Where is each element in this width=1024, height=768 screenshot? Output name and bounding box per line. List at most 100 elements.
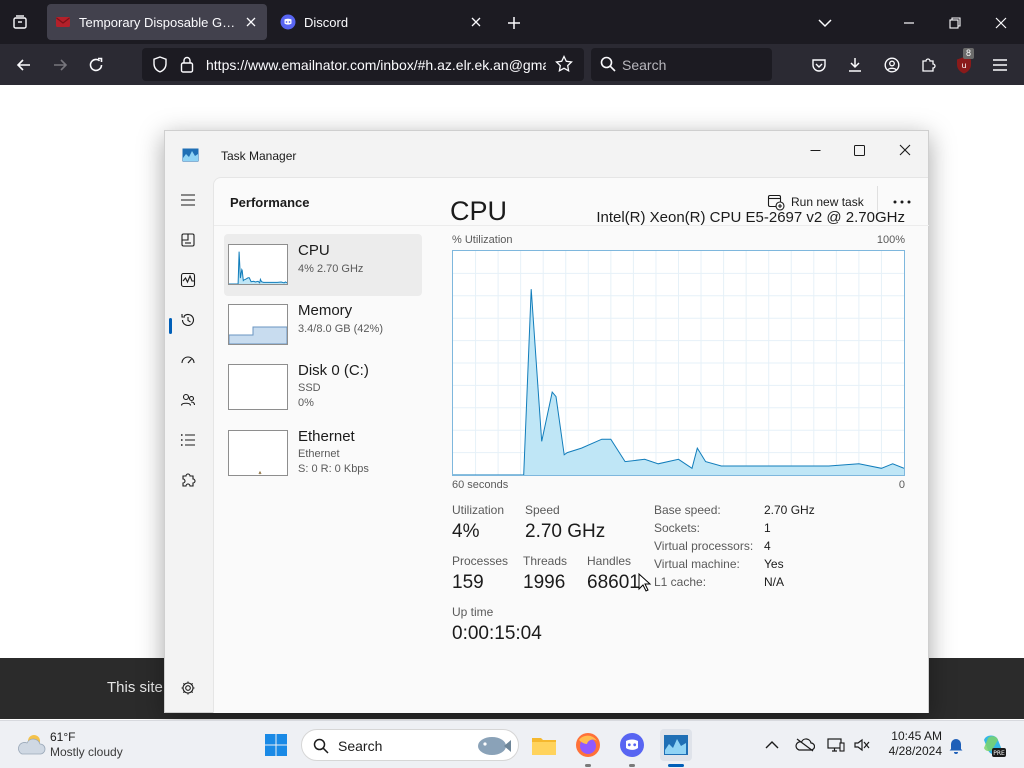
processes-icon[interactable] [175, 227, 201, 253]
resource-detail: 4% 2.70 GHz [298, 263, 364, 275]
minimize-icon[interactable] [800, 137, 830, 163]
task-manager-titlebar[interactable]: Task Manager [165, 131, 928, 177]
page-title: Performance [230, 195, 310, 210]
url-text[interactable]: https://www.emailnator.com/inbox/#h.az.e… [206, 57, 546, 73]
footer-text: This site [107, 679, 163, 696]
resource-name: Disk 0 (C:) [298, 362, 369, 379]
resource-detail: 3.4/8.0 GB (42%) [298, 323, 383, 335]
browser-nav-bar: https://www.emailnator.com/inbox/#h.az.e… [0, 44, 1024, 85]
spec-value: 4 [764, 539, 771, 553]
window-minimize-icon[interactable] [898, 12, 920, 34]
account-icon[interactable] [879, 52, 905, 78]
weather-description: Mostly cloudy [50, 745, 123, 759]
window-restore-icon[interactable] [944, 12, 966, 34]
task-manager-app-icon [182, 148, 199, 162]
close-tab-icon[interactable] [468, 14, 484, 30]
cpu-utilization-graph [452, 250, 905, 476]
web-search-box[interactable]: Search [591, 48, 772, 81]
hamburger-menu-icon[interactable] [175, 187, 201, 213]
tracking-protection-shield-icon[interactable] [152, 56, 168, 78]
stat-label: Up time [452, 605, 494, 619]
stat-value: 68601 [587, 572, 640, 593]
clock-time: 10:45 AM [891, 729, 942, 743]
reload-icon[interactable] [83, 52, 109, 78]
gmail-favicon-icon [55, 14, 71, 30]
resource-item-disk[interactable]: Disk 0 (C:) SSD 0% [224, 354, 422, 416]
memory-thumbnail-graph [228, 304, 288, 345]
close-icon[interactable] [890, 137, 920, 163]
stat-label: Processes [452, 554, 509, 568]
extensions-puzzle-icon[interactable] [915, 52, 941, 78]
tab-overflow-chevron-down-icon[interactable] [814, 12, 836, 34]
ublock-origin-icon[interactable]: u 8 [951, 48, 977, 78]
back-arrow-icon[interactable] [11, 52, 37, 78]
downloads-icon[interactable] [842, 52, 868, 78]
cpu-model-name: Intel(R) Xeon(R) CPU E5-2697 v2 @ 2.70GH… [596, 209, 905, 226]
spec-row: Sockets: 1 [654, 521, 894, 539]
volume-muted-icon[interactable] [852, 735, 872, 755]
running-indicator [629, 764, 635, 767]
spec-row: L1 cache: N/A [654, 575, 894, 593]
task-manager-icon[interactable] [660, 729, 692, 761]
stat-value: 0:00:15:04 [452, 623, 542, 644]
stat-handles: Handles 68601 [587, 554, 640, 594]
resource-detail: SSD [298, 382, 321, 394]
performance-icon[interactable] [175, 267, 201, 293]
spec-key: Base speed: [654, 503, 721, 517]
maximize-icon[interactable] [844, 137, 874, 163]
show-hidden-icons-chevron-up-icon[interactable] [762, 735, 782, 755]
resource-item-memory[interactable]: Memory 3.4/8.0 GB (42%) [224, 294, 422, 356]
task-manager-window: Task Manager Performance Run new task CP… [164, 130, 929, 713]
browser-tab-emailnator[interactable]: Temporary Disposable Gmail | T [47, 4, 267, 40]
svg-text:u: u [961, 61, 966, 70]
browser-tab-discord[interactable]: Discord [272, 4, 492, 40]
firefox-icon[interactable] [572, 729, 604, 761]
hamburger-menu-icon[interactable] [987, 52, 1013, 78]
resource-detail: Ethernet [298, 448, 340, 460]
taskbar-clock[interactable]: 10:45 AM 4/28/2024 [880, 729, 942, 759]
cpu-usage-line [229, 251, 287, 284]
search-icon [600, 56, 616, 77]
selected-nav-indicator [169, 318, 172, 334]
forward-arrow-icon[interactable] [47, 52, 73, 78]
onedrive-offline-icon[interactable] [795, 735, 815, 755]
discord-icon[interactable] [616, 729, 648, 761]
pocket-icon[interactable] [806, 52, 832, 78]
resource-item-cpu[interactable]: CPU 4% 2.70 GHz [224, 234, 422, 296]
network-display-icon[interactable] [826, 735, 846, 755]
settings-gear-icon[interactable] [175, 675, 201, 701]
weather-widget[interactable]: 61°F Mostly cloudy [14, 728, 144, 762]
services-puzzle-icon[interactable] [175, 467, 201, 493]
file-explorer-icon[interactable] [528, 729, 560, 761]
list-all-tabs-icon[interactable] [0, 0, 40, 44]
copilot-pre-icon[interactable]: PRE [980, 732, 1006, 758]
stat-label: Speed [525, 503, 560, 517]
taskbar-search-box[interactable]: Search [301, 729, 519, 761]
spec-value: N/A [764, 575, 785, 589]
cpu-usage-area [229, 251, 287, 284]
clock-date: 4/28/2024 [888, 744, 942, 758]
details-list-icon[interactable] [175, 427, 201, 453]
resource-name: CPU [298, 242, 330, 259]
stat-label: Handles [587, 554, 632, 568]
new-tab-plus-icon[interactable] [503, 12, 525, 34]
bookmark-star-icon[interactable] [555, 54, 573, 78]
users-icon[interactable] [175, 387, 201, 413]
active-app-indicator [668, 764, 684, 767]
run-new-task-label: Run new task [791, 195, 864, 209]
app-history-icon[interactable] [175, 307, 201, 333]
address-bar[interactable]: https://www.emailnator.com/inbox/#h.az.e… [142, 48, 584, 81]
spec-value: 1 [764, 521, 771, 535]
running-indicator [585, 764, 591, 767]
notification-bell-icon[interactable] [946, 735, 966, 755]
ethernet-thumbnail-graph [228, 430, 288, 476]
resource-detail-2: S: 0 R: 0 Kbps [298, 463, 369, 475]
windows-start-icon[interactable] [260, 729, 292, 761]
cpu-heading: CPU [450, 196, 508, 226]
startup-apps-icon[interactable] [175, 347, 201, 373]
lock-icon[interactable] [180, 56, 194, 78]
resource-item-ethernet[interactable]: Ethernet Ethernet S: 0 R: 0 Kbps [224, 422, 422, 484]
window-close-icon[interactable] [990, 12, 1012, 34]
stat-processes: Processes 159 [452, 554, 508, 594]
close-tab-icon[interactable] [243, 14, 259, 30]
